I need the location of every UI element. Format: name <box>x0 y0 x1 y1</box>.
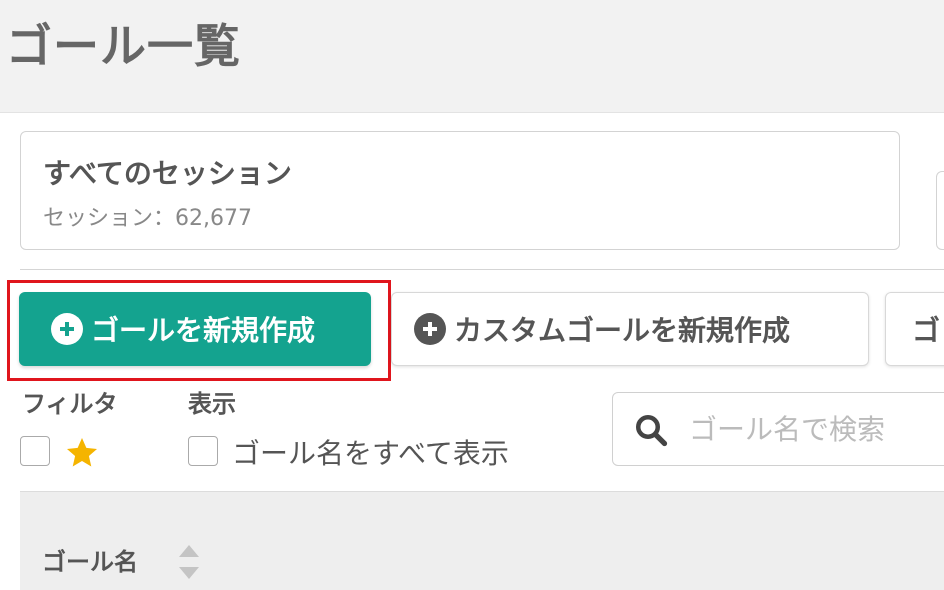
page-title: ゴール一覧 <box>6 19 241 73</box>
column-header-goal-name[interactable]: ゴール名 <box>42 542 138 577</box>
goal-action-button[interactable]: ゴ <box>885 292 944 366</box>
goal-action-button-label: ゴ <box>912 314 941 347</box>
new-custom-goal-button-label: カスタムゴールを新規作成 <box>454 314 791 347</box>
plus-circle-icon <box>414 313 446 345</box>
goal-search-input[interactable] <box>689 403 939 455</box>
segment-session-count: セッション：62,677 <box>43 206 252 231</box>
star-icon <box>67 438 97 467</box>
search-icon <box>636 415 668 447</box>
search-box[interactable] <box>612 392 944 466</box>
segment-card-next[interactable] <box>936 171 944 250</box>
filter-label: フィルタ <box>22 390 118 418</box>
show-all-names-label[interactable]: ゴール名をすべて表示 <box>232 432 509 472</box>
highlight-box <box>7 280 391 381</box>
segment-title: すべてのセッション <box>43 157 292 190</box>
new-custom-goal-button[interactable]: カスタムゴールを新規作成 <box>391 292 869 366</box>
show-all-names-checkbox[interactable] <box>188 436 218 466</box>
table-header: ゴール名 <box>20 491 944 590</box>
display-label: 表示 <box>188 390 236 418</box>
divider <box>20 269 944 270</box>
segment-card[interactable]: すべてのセッション セッション：62,677 <box>20 131 900 250</box>
sort-icon[interactable] <box>176 542 202 582</box>
star-filter-checkbox[interactable] <box>20 436 50 466</box>
